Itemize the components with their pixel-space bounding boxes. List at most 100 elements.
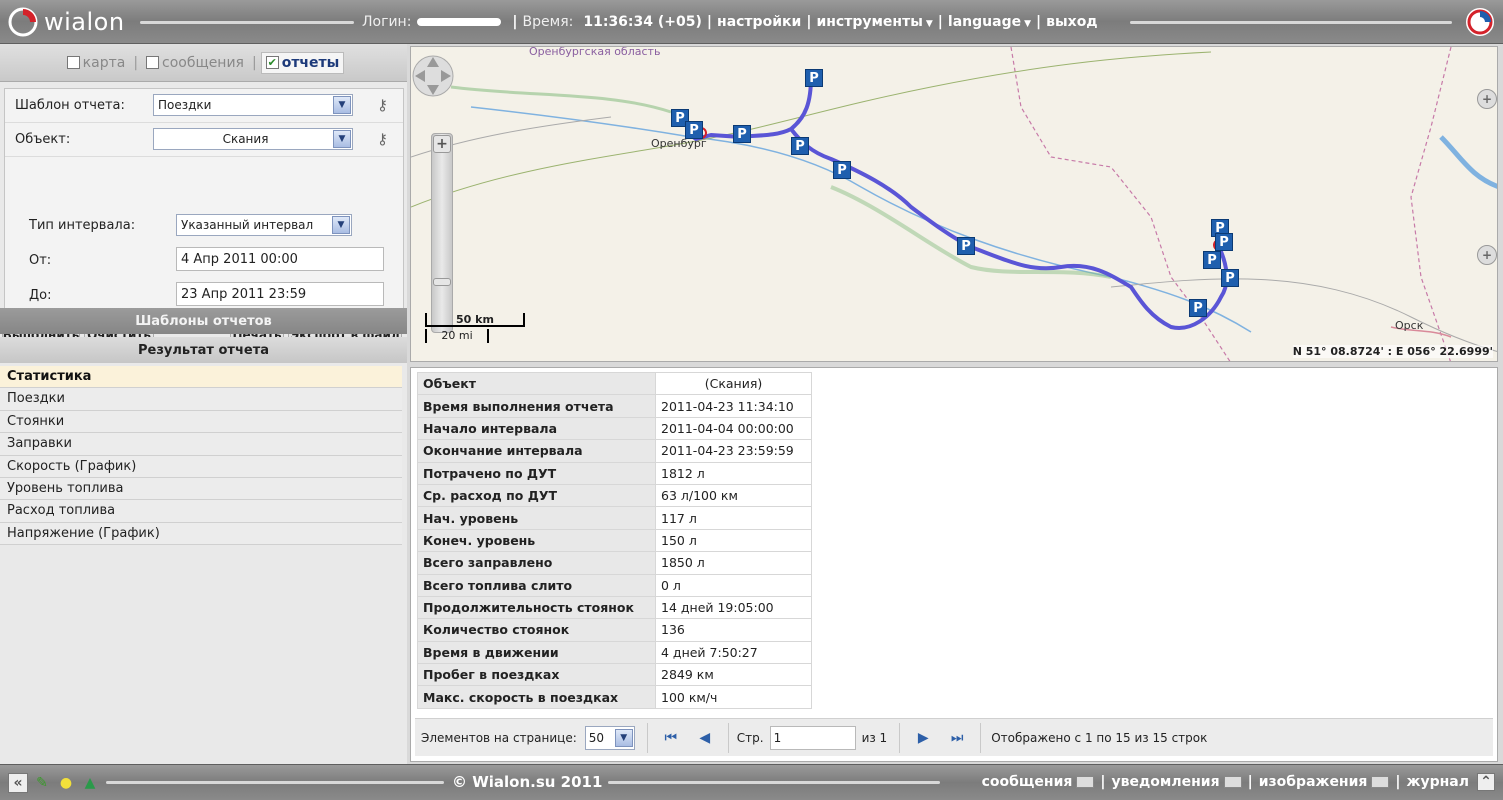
result-item-fuel-level[interactable]: Уровень топлива bbox=[0, 477, 402, 501]
stat-key: Нач. уровень bbox=[417, 506, 656, 530]
footer-link-images[interactable]: изображения bbox=[1259, 774, 1368, 790]
checkbox-map[interactable] bbox=[66, 56, 80, 69]
parking-marker[interactable]: P bbox=[791, 137, 809, 155]
pin-icon[interactable]: ▲ bbox=[80, 773, 100, 793]
object-select[interactable]: Скания ▼ bbox=[153, 128, 353, 150]
table-row: Конеч. уровень 150 л bbox=[417, 528, 812, 553]
pagination-info: Отображено с 1 по 15 из 15 строк bbox=[991, 730, 1208, 745]
stat-key: Окончание интервала bbox=[417, 439, 656, 463]
result-item-speed-chart[interactable]: Скорость (График) bbox=[0, 455, 402, 478]
report-templates-header[interactable]: Шаблоны отчетов bbox=[0, 308, 407, 334]
menu-settings[interactable]: настройки bbox=[717, 14, 801, 30]
chevron-down-icon: ▼ bbox=[614, 728, 633, 747]
prev-page-icon[interactable]: ◀ bbox=[694, 727, 716, 749]
map-canvas bbox=[411, 47, 1497, 361]
stat-key: Время в движении bbox=[417, 640, 656, 665]
table-row: Продолжительность стоянок 14 дней 19:05:0… bbox=[417, 595, 812, 620]
checkbox-messages[interactable] bbox=[146, 56, 160, 69]
stat-value: 2011-04-23 11:34:10 bbox=[655, 394, 812, 418]
result-item-statistics[interactable]: Статистика bbox=[0, 366, 402, 389]
to-date-input[interactable]: 23 Апр 2011 23:59 bbox=[176, 282, 384, 306]
result-item-fillings[interactable]: Заправки bbox=[0, 433, 402, 456]
per-page-label: Элементов на странице: bbox=[421, 730, 577, 745]
view-toggle-map[interactable]: карта bbox=[63, 53, 130, 73]
time-label: Время: bbox=[522, 14, 574, 30]
pencil-icon[interactable]: ✎ bbox=[32, 773, 52, 793]
menu-language-label: language bbox=[947, 14, 1022, 30]
result-item-fuel-consumption[interactable]: Расход топлива bbox=[0, 500, 402, 523]
view-switch: карта | сообщения | ✔ отчеты bbox=[0, 44, 407, 82]
wialon-logo[interactable]: wialon bbox=[8, 7, 125, 37]
parking-marker[interactable]: P bbox=[1221, 269, 1239, 287]
zoom-slider[interactable]: + bbox=[431, 133, 453, 333]
chevron-down-icon: ▼ bbox=[1024, 19, 1032, 29]
parking-marker[interactable]: P bbox=[957, 237, 975, 255]
result-item-parkings[interactable]: Стоянки bbox=[0, 410, 402, 434]
template-select[interactable]: Поездки ▼ bbox=[153, 94, 353, 116]
to-label: До: bbox=[29, 288, 52, 303]
object-select-value: Скания bbox=[222, 132, 269, 146]
chevron-down-icon: ▼ bbox=[333, 96, 351, 114]
stat-key: Потрачено по ДУТ bbox=[417, 461, 656, 485]
first-page-icon[interactable]: ⏮ bbox=[660, 727, 682, 749]
map-view[interactable]: Оренбургская область Оренбург Орск P P P… bbox=[410, 46, 1498, 362]
table-row: Всего заправлено 1850 л bbox=[417, 551, 812, 575]
menu-language[interactable]: language ▼ bbox=[948, 14, 1031, 30]
pan-control[interactable] bbox=[411, 47, 455, 105]
checkbox-reports-checked[interactable]: ✔ bbox=[265, 56, 279, 69]
table-row: Потрачено по ДУТ 1812 л bbox=[417, 461, 812, 485]
bottom-bar: « ✎ ● ▲ © Wialon.su 2011 сообщения | уве… bbox=[0, 764, 1503, 800]
interval-type-select[interactable]: Указанный интервал ▼ bbox=[176, 214, 352, 236]
expand-icon[interactable]: + bbox=[1477, 89, 1497, 109]
page-number-input[interactable]: 1 bbox=[769, 725, 856, 750]
table-row: Время в движении 4 дней 7:50:27 bbox=[417, 640, 812, 665]
expand-icon[interactable]: + bbox=[1477, 245, 1497, 265]
result-list: Статистика Поездки Стоянки Заправки Скор… bbox=[0, 366, 402, 546]
table-row: Всего топлива слито 0 л bbox=[417, 573, 812, 597]
collapse-left-icon[interactable]: « bbox=[8, 773, 28, 793]
parking-marker[interactable]: P bbox=[685, 121, 703, 139]
menu-logout[interactable]: выход bbox=[1046, 14, 1097, 30]
stat-value: 1812 л bbox=[655, 461, 812, 485]
stat-value: 4 дней 7:50:27 bbox=[655, 640, 812, 665]
result-item-voltage-chart[interactable]: Напряжение (График) bbox=[0, 522, 402, 546]
map-scale: 50 km 20 mi bbox=[425, 313, 529, 347]
table-row: Пробег в поездках 2849 км bbox=[417, 663, 812, 687]
zoom-in-icon[interactable]: + bbox=[433, 135, 451, 153]
footer-link-messages[interactable]: сообщения bbox=[982, 774, 1073, 790]
next-page-icon[interactable]: ▶ bbox=[912, 727, 934, 749]
key-icon[interactable]: ⚷ bbox=[377, 96, 388, 114]
collapse-up-icon[interactable]: ⌃ bbox=[1477, 773, 1495, 791]
stat-key: Объект bbox=[417, 371, 656, 396]
template-row: Шаблон отчета: Поездки ▼ ⚷ bbox=[5, 89, 403, 123]
chevron-down-icon: ▼ bbox=[925, 19, 933, 29]
parking-marker[interactable]: P bbox=[805, 69, 823, 87]
zoom-handle[interactable] bbox=[433, 278, 451, 286]
table-row: Время выполнения отчета 2011-04-23 11:34:… bbox=[417, 394, 812, 418]
parking-marker[interactable]: P bbox=[733, 125, 751, 143]
menu-tools[interactable]: инструменты ▼ bbox=[816, 14, 932, 30]
stat-key: Начало интервала bbox=[417, 416, 656, 441]
login-value-masked bbox=[417, 18, 502, 26]
footer-link-journal[interactable]: журнал bbox=[1407, 774, 1469, 790]
stat-key: Всего топлива слито bbox=[417, 573, 656, 597]
view-toggle-reports[interactable]: ✔ отчеты bbox=[260, 51, 345, 74]
per-page-select[interactable]: 50 ▼ bbox=[584, 725, 635, 750]
result-item-trips[interactable]: Поездки bbox=[0, 388, 402, 411]
key-icon[interactable]: ⚷ bbox=[377, 130, 388, 148]
view-toggle-messages[interactable]: сообщения bbox=[142, 53, 248, 73]
parking-marker[interactable]: P bbox=[1203, 251, 1221, 269]
last-page-icon[interactable]: ⏭ bbox=[946, 727, 968, 749]
from-date-input[interactable]: 4 Апр 2011 00:00 bbox=[176, 247, 384, 271]
report-result-header[interactable]: Результат отчета bbox=[0, 337, 407, 363]
lightbulb-icon[interactable]: ● bbox=[56, 773, 76, 793]
interval-type-label: Тип интервала: bbox=[29, 218, 136, 233]
per-page-value: 50 bbox=[588, 730, 605, 745]
parking-marker[interactable]: P bbox=[1189, 299, 1207, 317]
report-form: Шаблон отчета: Поездки ▼ ⚷ Объект: Скани… bbox=[4, 88, 404, 318]
footer-link-notifications[interactable]: уведомления bbox=[1112, 774, 1220, 790]
parking-marker[interactable]: P bbox=[833, 161, 851, 179]
stat-key: Время выполнения отчета bbox=[417, 394, 656, 418]
page-label: Стр. bbox=[736, 730, 764, 745]
parking-marker[interactable]: P bbox=[1215, 233, 1233, 251]
